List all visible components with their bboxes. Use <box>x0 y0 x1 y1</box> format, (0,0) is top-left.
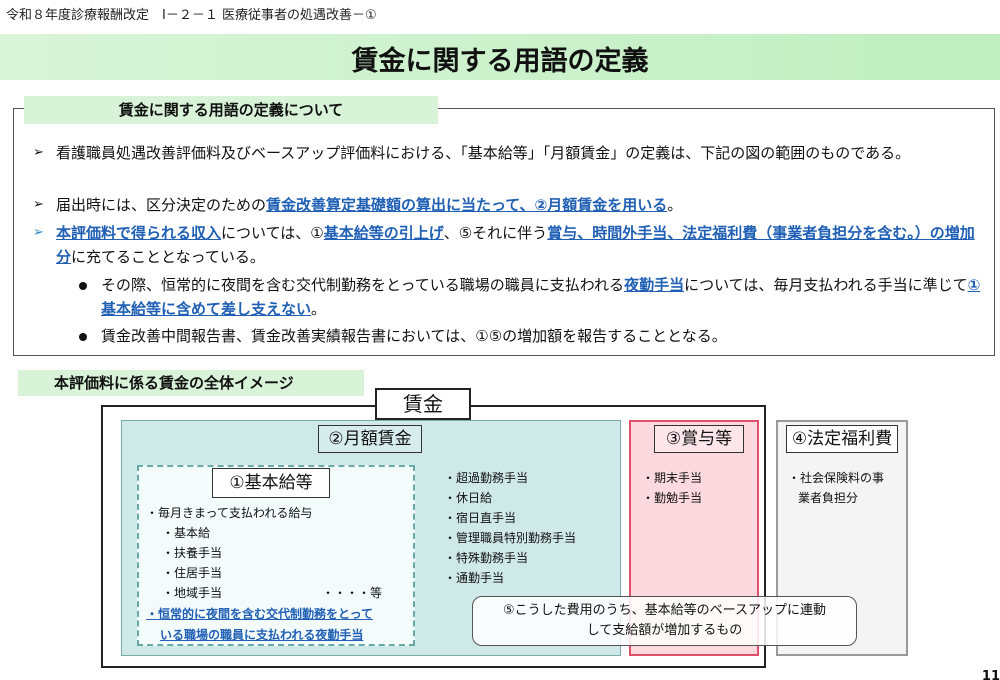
image-section-tab: 本評価料に係る賃金の全体イメージ <box>18 370 364 396</box>
bonus-item: ・期末手当 <box>642 471 703 485</box>
document-header: 令和８年度診療報酬改定 Ⅰ－２－１ 医療従事者の処遇改善－① <box>6 8 377 23</box>
sub-bullet-1-text-b: については、毎月支払われる手当に準じて <box>684 276 968 294</box>
legal-item: 業者負担分 <box>798 491 859 505</box>
bullet-3-highlight-b: 基本給等の引上げ <box>323 224 444 242</box>
dot-bullet-icon <box>79 282 87 290</box>
sub-bullet-1-text-c: 。 <box>311 300 327 318</box>
basic-item: ・基本給 <box>162 526 211 540</box>
bullet-3-text-b: 、⑤それに伴う <box>443 224 548 242</box>
sub-bullet-1: その際、恒常的に夜間を含む交代制勤務をとっている職場の職員に支払われる夜勤手当に… <box>79 273 986 321</box>
basic-pay-label: ①基本給等 <box>212 468 330 498</box>
allowance-item: ・管理職員特別勤務手当 <box>444 531 577 545</box>
sub-bullet-1-text-a: その際、恒常的に夜間を含む交代制勤務をとっている職場の職員に支払われる <box>101 276 625 294</box>
night-allowance-line-2: いる職場の職員に支払われる夜勤手当 <box>160 628 364 642</box>
legal-item: ・社会保険料の事 <box>788 471 885 485</box>
allowance-item: ・休日給 <box>444 491 493 505</box>
night-allowance-line-1: ・恒常的に夜間を含む交代制勤務をとって <box>146 607 374 621</box>
page-title: 賃金に関する用語の定義 <box>351 46 649 77</box>
bullet-3: ➢ 本評価料で得られる収入については、①基本給等の引上げ、⑤それに伴う賞与、時間… <box>33 221 986 269</box>
bullet-2: ➢ 届出時には、区分決定のための賃金改善算定基礎額の算出に当たって、②月額賃金を… <box>33 193 986 217</box>
monthly-wage-label: ②月額賃金 <box>318 425 422 453</box>
allowance-item: ・宿日直手当 <box>444 511 517 525</box>
sub-bullet-2-text: 賃金改善中間報告書、賃金改善実績報告書においては、①⑤の増加額を報告することとな… <box>101 327 727 345</box>
wage-label: 賃金 <box>375 388 471 420</box>
allowance-item: ・通勤手当 <box>444 571 505 585</box>
note-line-1: ⑤こうした費用のうち、基本給等のベースアップに連動 <box>502 603 826 618</box>
allowance-item: ・超過勤務手当 <box>444 471 529 485</box>
arrow-bullet-icon: ➢ <box>33 225 44 240</box>
basic-item: ・住居手当 <box>162 566 223 580</box>
basic-etc: ・・・・等 <box>322 586 383 600</box>
bullet-1-text: 看護職員処遇改善評価料及びベースアップ評価料における、「基本給等」「月額賃金」の… <box>56 144 911 162</box>
increase-note-box: ⑤こうした費用のうち、基本給等のベースアップに連動 して支給額が増加するもの <box>472 596 857 646</box>
page-number: 11 <box>981 669 1000 680</box>
sub-bullet-1-highlight-a: 夜勤手当 <box>624 276 685 294</box>
arrow-bullet-icon: ➢ <box>33 145 44 160</box>
arrow-bullet-icon: ➢ <box>33 197 44 212</box>
bullet-3-text-a: については、① <box>221 224 324 242</box>
bullet-1: ➢ 看護職員処遇改善評価料及びベースアップ評価料における、「基本給等」「月額賃金… <box>33 141 986 165</box>
definitions-tab: 賃金に関する用語の定義について <box>24 96 438 124</box>
dot-bullet-icon <box>79 333 87 341</box>
bullet-2-text-a: 届出時には、区分決定のための <box>56 196 267 214</box>
basic-item: ・扶養手当 <box>162 546 223 560</box>
basic-item: ・毎月きまって支払われる給与 <box>146 506 313 520</box>
bonus-label: ③賞与等 <box>654 425 744 453</box>
basic-item: ・地域手当 <box>162 586 223 600</box>
bonus-item: ・勤勉手当 <box>642 491 703 505</box>
legal-welfare-label: ④法定福利費 <box>786 425 898 453</box>
bullet-3-highlight-a: 本評価料で得られる収入 <box>56 224 222 242</box>
allowance-item: ・特殊勤務手当 <box>444 551 529 565</box>
sub-bullet-2: 賃金改善中間報告書、賃金改善実績報告書においては、①⑤の増加額を報告することとな… <box>79 324 986 348</box>
bullet-2-text-b: 。 <box>667 196 683 214</box>
bullet-2-highlight: 賃金改善算定基礎額の算出に当たって、②月額賃金を用いる <box>266 196 668 214</box>
bullet-3-text-c: に充てることとなっている。 <box>71 248 265 266</box>
note-line-2: して支給額が増加するもの <box>586 623 743 638</box>
